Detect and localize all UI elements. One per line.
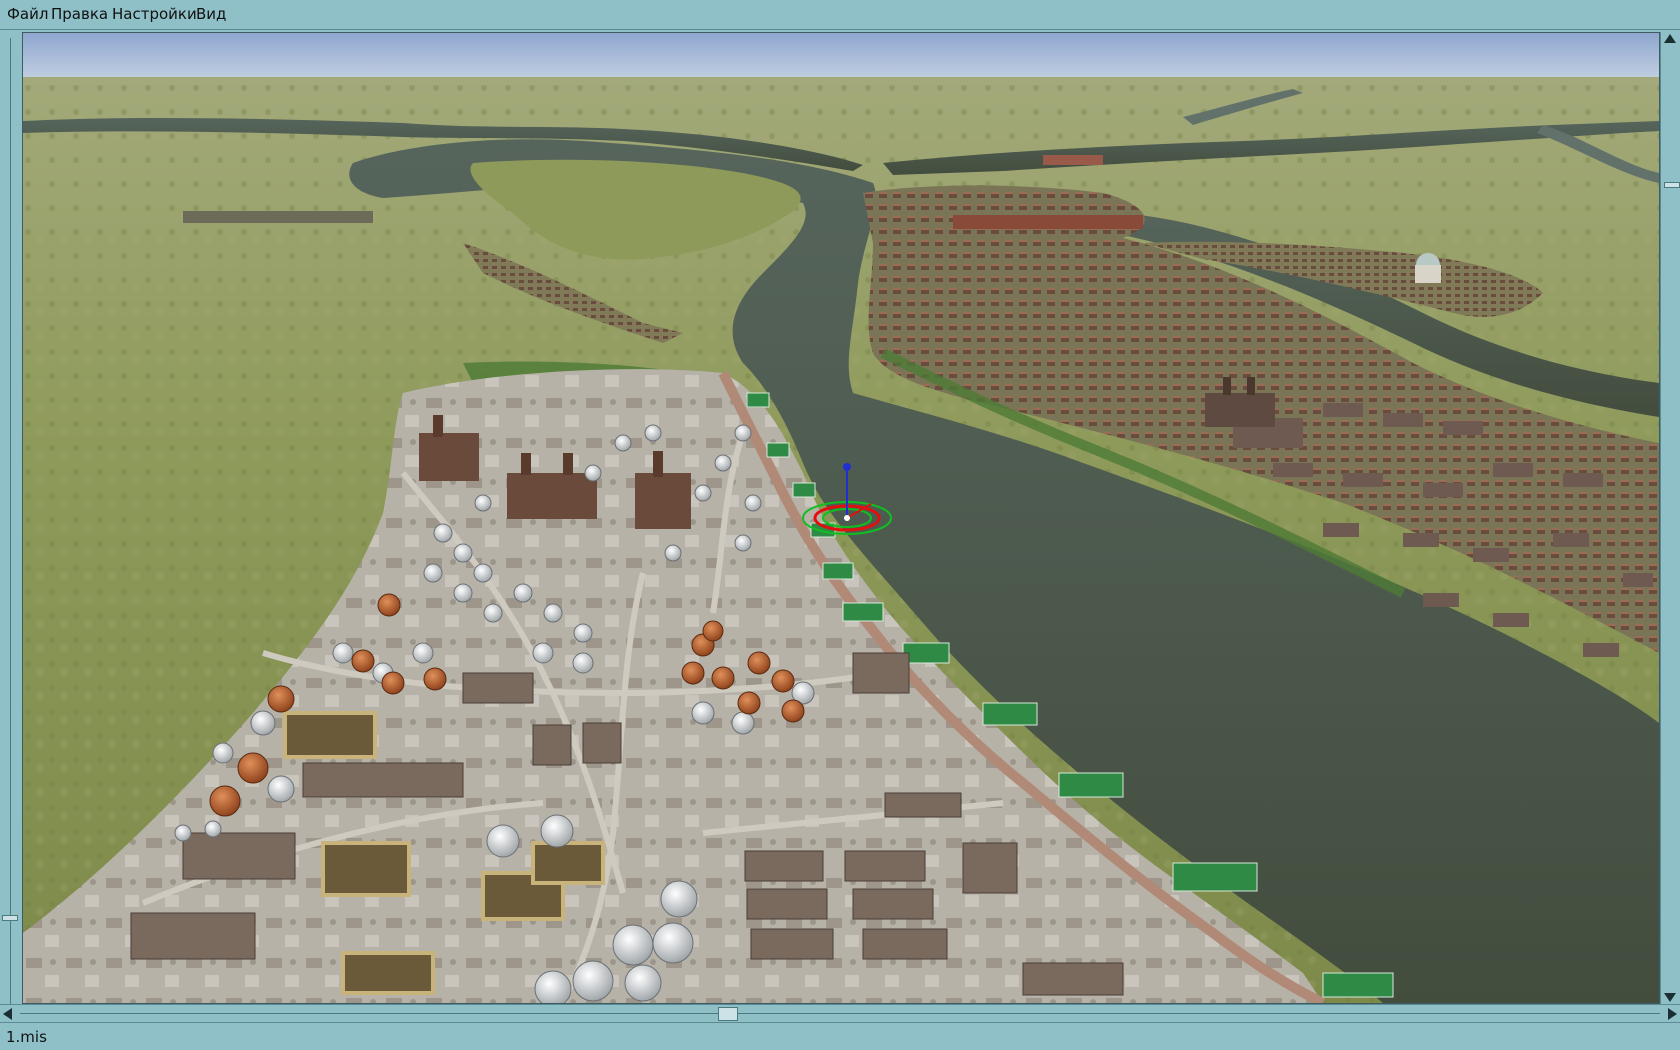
cathedral-body [1415,265,1441,283]
far-village-west [183,211,373,223]
terrain-scene[interactable] [23,33,1659,1003]
menu-edit[interactable]: Правка [51,5,108,23]
menu-file[interactable]: Файл [7,5,48,23]
menu-bar: Файл Правка Настройки Вид [0,0,1680,30]
scroll-down-arrow-icon[interactable] [1664,993,1676,1002]
menu-settings[interactable]: Настройки [112,5,197,23]
status-filename: 1.mis [6,1028,47,1046]
horizontal-scroll-thumb[interactable] [718,1007,738,1021]
scroll-up-arrow-icon[interactable] [1664,34,1676,43]
ruler-handle[interactable] [2,915,18,921]
menu-view[interactable]: Вид [196,5,226,23]
map-3d-viewport[interactable] [22,32,1660,1004]
vertical-scroll-thumb[interactable] [1664,182,1680,188]
far-fortress [1043,155,1103,165]
horizontal-scrollbar[interactable] [0,1004,1680,1022]
status-bar: 1.mis [0,1022,1680,1050]
left-ruler [0,30,22,1038]
ruler-line [10,38,11,1038]
vertical-scrollbar[interactable] [1660,32,1680,1004]
scroll-left-arrow-icon[interactable] [3,1008,12,1020]
scroll-right-arrow-icon[interactable] [1668,1008,1677,1020]
fortress-wall [953,215,1143,229]
horizontal-scroll-track [20,1013,1660,1014]
